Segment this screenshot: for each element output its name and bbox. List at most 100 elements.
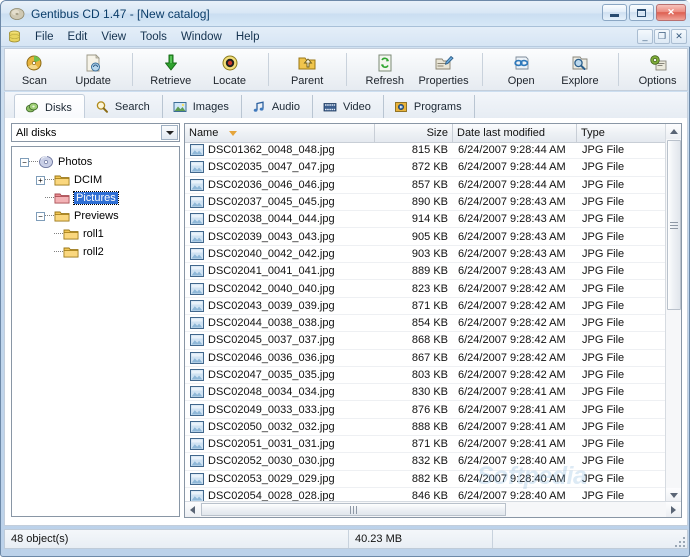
mdi-close-button[interactable]: ✕: [671, 29, 687, 44]
table-row[interactable]: DSC02052_0030_030.jpg 832 KB 6/24/2007 9:2…: [185, 453, 666, 471]
menu-view[interactable]: View: [94, 29, 133, 45]
table-row[interactable]: DSC02053_0029_029.jpg 882 KB 6/24/2007 9:2…: [185, 471, 666, 488]
cell-name: DSC02040_0042_042.jpg: [185, 247, 375, 260]
menu-help[interactable]: Help: [229, 29, 267, 45]
cell-date: 6/24/2007 9:28:43 AM: [458, 196, 566, 209]
chevron-down-icon[interactable]: [161, 125, 178, 140]
folder-tree[interactable]: − Photos + DCIM Pictures − Previews roll…: [11, 146, 180, 517]
file-name-text: DSC02047_0035_035.jpg: [208, 369, 335, 381]
table-row[interactable]: DSC02045_0037_037.jpg 868 KB 6/24/2007 9:2…: [185, 332, 666, 350]
file-list-body[interactable]: DSC01362_0048_048.jpg 815 KB 6/24/2007 9:2…: [185, 142, 666, 503]
toolbar-button-refresh[interactable]: Refresh: [355, 49, 414, 90]
toolbar-label: Refresh: [365, 74, 405, 87]
cell-size: 857 KB: [411, 178, 448, 191]
menu-edit[interactable]: Edit: [61, 29, 95, 45]
tab-programs[interactable]: Programs: [384, 95, 475, 119]
jpg-file-icon: [190, 369, 204, 381]
table-row[interactable]: DSC02051_0031_031.jpg 871 KB 6/24/2007 9:2…: [185, 436, 666, 454]
table-row[interactable]: DSC02042_0040_040.jpg 823 KB 6/24/2007 9:2…: [185, 280, 666, 298]
table-row[interactable]: DSC02046_0036_036.jpg 867 KB 6/24/2007 9:2…: [185, 350, 666, 367]
file-name-text: DSC02053_0029_029.jpg: [208, 472, 335, 485]
toolbar-button-parent[interactable]: Parent: [278, 49, 337, 90]
cell-type: JPG File: [582, 472, 625, 485]
scroll-right-button[interactable]: [666, 502, 681, 517]
expander-minus-icon[interactable]: −: [36, 211, 45, 221]
toolbar-button-update[interactable]: Update: [64, 49, 123, 90]
list-horizontal-scrollbar[interactable]: [185, 501, 681, 517]
video-film-icon: [323, 100, 337, 114]
table-row[interactable]: DSC02044_0038_038.jpg 854 KB 6/24/2007 9:2…: [185, 315, 666, 333]
tree-item-pictures[interactable]: Pictures: [16, 189, 179, 207]
tab-video[interactable]: Video: [313, 95, 384, 119]
vertical-scrollbar-thumb[interactable]: [667, 140, 681, 310]
tree-item-photos[interactable]: − Photos: [16, 153, 179, 171]
mdi-restore-button[interactable]: ❐: [654, 29, 670, 44]
table-row[interactable]: DSC02049_0033_033.jpg 876 KB 6/24/2007 9:2…: [185, 401, 666, 419]
jpg-file-icon: [190, 144, 204, 157]
table-row[interactable]: DSC02050_0032_032.jpg 888 KB 6/24/2007 9:2…: [185, 419, 666, 437]
cell-date: 6/24/2007 9:28:42 AM: [458, 334, 566, 347]
scroll-up-button[interactable]: [666, 124, 681, 139]
table-row[interactable]: DSC01362_0048_048.jpg 815 KB 6/24/2007 9:2…: [185, 142, 666, 160]
minimize-button[interactable]: [602, 4, 627, 21]
database-icon[interactable]: [7, 29, 22, 44]
tree-item-roll2[interactable]: roll2: [16, 243, 179, 261]
table-row[interactable]: DSC02039_0043_043.jpg 905 KB 6/24/2007 9:2…: [185, 228, 666, 246]
tab-disks[interactable]: Disks: [14, 94, 85, 120]
cell-type: JPG File: [582, 455, 625, 468]
table-row[interactable]: DSC02043_0039_039.jpg 871 KB 6/24/2007 9:2…: [185, 298, 666, 315]
parent-folder-up-icon: [297, 53, 317, 73]
menu-file[interactable]: File: [28, 29, 61, 45]
toolbar-button-explore[interactable]: Explore: [551, 49, 610, 90]
tab-audio[interactable]: Audio: [242, 95, 313, 119]
horizontal-scrollbar-thumb[interactable]: [201, 503, 506, 516]
toolbar-separator: [267, 53, 269, 86]
cell-size: 903 KB: [411, 247, 448, 260]
tree-item-roll1[interactable]: roll1: [16, 225, 179, 243]
properties-icon: [434, 53, 454, 73]
table-row[interactable]: DSC02038_0044_044.jpg 914 KB 6/24/2007 9:2…: [185, 211, 666, 229]
expander-minus-icon[interactable]: −: [20, 157, 29, 167]
tab-search[interactable]: Search: [85, 95, 163, 119]
toolbar-button-options[interactable]: Options: [628, 49, 687, 90]
tree-item-label: roll2: [83, 246, 104, 258]
toolbar-button-properties[interactable]: Properties: [414, 49, 473, 90]
close-button[interactable]: ✕: [656, 4, 686, 21]
column-header-date[interactable]: Date last modified: [453, 124, 577, 142]
expander-plus-icon[interactable]: +: [36, 175, 45, 185]
table-row[interactable]: DSC02036_0046_046.jpg 857 KB 6/24/2007 9:2…: [185, 177, 666, 194]
toolbar-button-retrieve[interactable]: Retrieve: [141, 49, 200, 90]
tree-item-previews[interactable]: − Previews: [16, 207, 179, 225]
column-header-name[interactable]: Name: [185, 124, 375, 142]
table-row[interactable]: DSC02041_0041_041.jpg 889 KB 6/24/2007 9:2…: [185, 263, 666, 281]
column-header-size[interactable]: Size: [375, 124, 453, 142]
table-row[interactable]: DSC02047_0035_035.jpg 803 KB 6/24/2007 9:2…: [185, 367, 666, 385]
tree-item-dcim[interactable]: + DCIM: [16, 171, 179, 189]
table-row[interactable]: DSC02048_0034_034.jpg 830 KB 6/24/2007 9:2…: [185, 384, 666, 402]
tree-connector: [45, 179, 54, 181]
mdi-minimize-button[interactable]: _: [637, 29, 653, 44]
file-list-view[interactable]: Name Size Date last modified Type DSC013…: [184, 123, 682, 518]
jpg-file-icon: [190, 351, 204, 364]
tab-label: Video: [342, 101, 371, 113]
file-name-text: DSC02038_0044_044.jpg: [208, 213, 335, 226]
open-icon: [511, 53, 531, 73]
table-row[interactable]: DSC02035_0047_047.jpg 872 KB 6/24/2007 9:2…: [185, 159, 666, 177]
resize-grip-icon[interactable]: [673, 535, 685, 547]
menu-window[interactable]: Window: [174, 29, 229, 45]
table-row[interactable]: DSC02040_0042_042.jpg 903 KB 6/24/2007 9:2…: [185, 246, 666, 264]
cell-size: 889 KB: [411, 265, 448, 278]
tab-images[interactable]: Images: [163, 95, 242, 119]
toolbar-button-open[interactable]: Open: [492, 49, 551, 90]
cell-type: JPG File: [582, 351, 625, 364]
scroll-left-button[interactable]: [185, 502, 200, 517]
menu-tools[interactable]: Tools: [133, 29, 174, 45]
disk-filter-combobox[interactable]: All disks: [11, 123, 180, 142]
toolbar-button-locate[interactable]: Locate: [200, 49, 259, 90]
table-row[interactable]: DSC02037_0045_045.jpg 890 KB 6/24/2007 9:2…: [185, 194, 666, 212]
column-header-type[interactable]: Type: [577, 124, 666, 142]
list-vertical-scrollbar[interactable]: [665, 124, 681, 503]
maximize-button[interactable]: [629, 4, 654, 21]
toolbar-button-scan[interactable]: Scan: [5, 49, 64, 90]
file-name-text: DSC02037_0045_045.jpg: [208, 196, 335, 209]
